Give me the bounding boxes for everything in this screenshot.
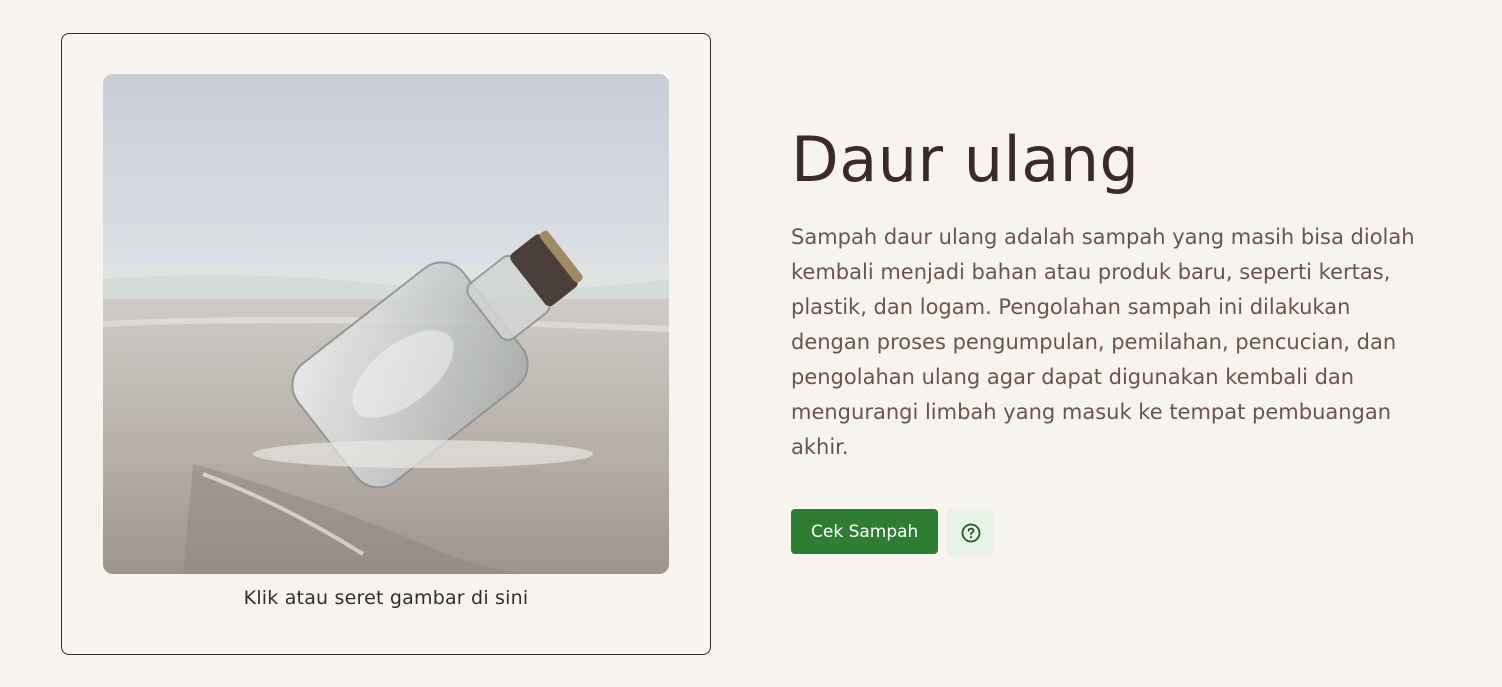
uploaded-image-preview[interactable] [103, 74, 669, 574]
info-section: Daur ulang Sampah daur ulang adalah samp… [791, 123, 1451, 465]
page-title: Daur ulang [791, 123, 1140, 196]
question-circle-icon [961, 523, 981, 542]
check-waste-button[interactable]: Cek Sampah [791, 509, 939, 554]
action-bar: Cek Sampah [791, 509, 995, 556]
bottle-photo [103, 74, 669, 574]
category-description: Sampah daur ulang adalah sampah yang mas… [791, 225, 1415, 460]
upload-hint: Klik atau seret gambar di sini [243, 587, 529, 609]
help-button[interactable] [947, 509, 995, 556]
image-upload-dropzone[interactable]: Klik atau seret gambar di sini [61, 33, 711, 655]
